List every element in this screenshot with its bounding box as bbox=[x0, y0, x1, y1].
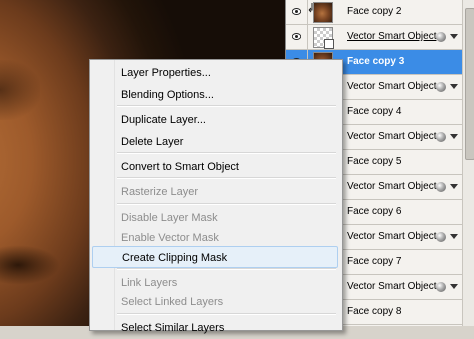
visibility-toggle[interactable] bbox=[286, 25, 308, 49]
menu-separator bbox=[117, 203, 336, 205]
layer-style-icon bbox=[436, 182, 446, 192]
menu-item-delete-layer[interactable]: Delete Layer bbox=[92, 131, 338, 153]
layer-name[interactable]: Face copy 3 bbox=[347, 56, 404, 67]
scrollbar-thumb[interactable] bbox=[465, 8, 474, 160]
layer-name[interactable]: Vector Smart Object bbox=[347, 131, 436, 142]
layer-effects[interactable] bbox=[436, 32, 462, 44]
menu-item-label: Select Linked Layers bbox=[121, 296, 224, 308]
layer-name[interactable]: Face copy 7 bbox=[347, 256, 401, 267]
menu-item-duplicate-layer[interactable]: Duplicate Layer... bbox=[92, 109, 338, 131]
menu-item-label: Create Clipping Mask bbox=[122, 252, 228, 264]
menu-separator bbox=[117, 313, 336, 315]
menu-item-label: Enable Vector Mask bbox=[121, 232, 219, 244]
expand-arrow-icon[interactable] bbox=[450, 184, 458, 189]
layer-style-icon bbox=[436, 282, 446, 292]
layer-style-icon bbox=[436, 32, 446, 42]
layer-name[interactable]: Face copy 5 bbox=[347, 156, 401, 167]
layer-name[interactable]: Face copy 2 bbox=[347, 6, 401, 17]
layer-name[interactable]: Vector Smart Object bbox=[347, 181, 436, 192]
menu-item-convert-to-smart-object[interactable]: Convert to Smart Object bbox=[92, 156, 338, 178]
layer-effects[interactable] bbox=[436, 132, 462, 144]
layer-effects[interactable] bbox=[436, 232, 462, 244]
smart-object-icon bbox=[324, 39, 334, 49]
eye-icon bbox=[292, 33, 301, 40]
photo-shadow bbox=[0, 245, 60, 285]
layer-effects[interactable] bbox=[436, 182, 462, 194]
expand-arrow-icon[interactable] bbox=[450, 234, 458, 239]
layer-context-menu: Layer Properties... Blending Options... Du… bbox=[89, 59, 343, 334]
menu-item-label: Layer Properties... bbox=[121, 67, 211, 79]
menu-item-create-clipping-mask[interactable]: Create Clipping Mask bbox=[92, 246, 338, 268]
menu-item-label: Blending Options... bbox=[121, 89, 214, 101]
layer-style-icon bbox=[436, 132, 446, 142]
layers-scrollbar[interactable] bbox=[462, 0, 474, 326]
layer-style-icon bbox=[436, 82, 446, 92]
menu-item-label: Select Similar Layers bbox=[121, 322, 225, 334]
menu-item-label: Rasterize Layer bbox=[121, 186, 199, 198]
layer-name[interactable]: Vector Smart Object bbox=[347, 281, 436, 292]
expand-arrow-icon[interactable] bbox=[450, 284, 458, 289]
layer-name[interactable]: Vector Smart Object bbox=[347, 231, 436, 242]
menu-item-label: Duplicate Layer... bbox=[121, 114, 206, 126]
menu-item-label: Disable Layer Mask bbox=[121, 212, 218, 224]
menu-item-rasterize-layer: Rasterize Layer bbox=[92, 181, 338, 203]
layer-row[interactable]: Face copy 2 bbox=[286, 0, 462, 25]
menu-separator bbox=[117, 268, 336, 270]
expand-arrow-icon[interactable] bbox=[450, 34, 458, 39]
layer-effects[interactable] bbox=[436, 282, 462, 294]
visibility-toggle[interactable] bbox=[286, 0, 308, 24]
smart-object-thumbnail[interactable] bbox=[313, 27, 334, 49]
menu-item-label: Delete Layer bbox=[121, 136, 184, 148]
photo-shadow bbox=[0, 60, 40, 120]
menu-item-select-similar-layers[interactable]: Select Similar Layers bbox=[92, 317, 338, 339]
expand-arrow-icon[interactable] bbox=[450, 84, 458, 89]
layer-name[interactable]: Face copy 6 bbox=[347, 206, 401, 217]
menu-item-label: Link Layers bbox=[121, 277, 178, 289]
layer-thumbnail[interactable] bbox=[313, 2, 333, 23]
menu-item-select-linked-layers: Select Linked Layers bbox=[92, 291, 338, 313]
expand-arrow-icon[interactable] bbox=[450, 134, 458, 139]
layer-name[interactable]: Vector Smart Object bbox=[347, 81, 436, 92]
eye-icon bbox=[292, 8, 301, 15]
layer-name[interactable]: Face copy 8 bbox=[347, 306, 401, 317]
layer-name[interactable]: Face copy 4 bbox=[347, 106, 401, 117]
menu-item-label: Convert to Smart Object bbox=[121, 161, 239, 173]
menu-item-disable-layer-mask: Disable Layer Mask bbox=[92, 207, 338, 229]
layer-effects[interactable] bbox=[436, 82, 462, 94]
layer-style-icon bbox=[436, 232, 446, 242]
menu-item-layer-properties[interactable]: Layer Properties... bbox=[92, 62, 338, 84]
layer-row[interactable]: Vector Smart Object bbox=[286, 25, 462, 50]
layer-name[interactable]: Vector Smart Object bbox=[347, 31, 436, 42]
menu-item-blending-options[interactable]: Blending Options... bbox=[92, 84, 338, 106]
